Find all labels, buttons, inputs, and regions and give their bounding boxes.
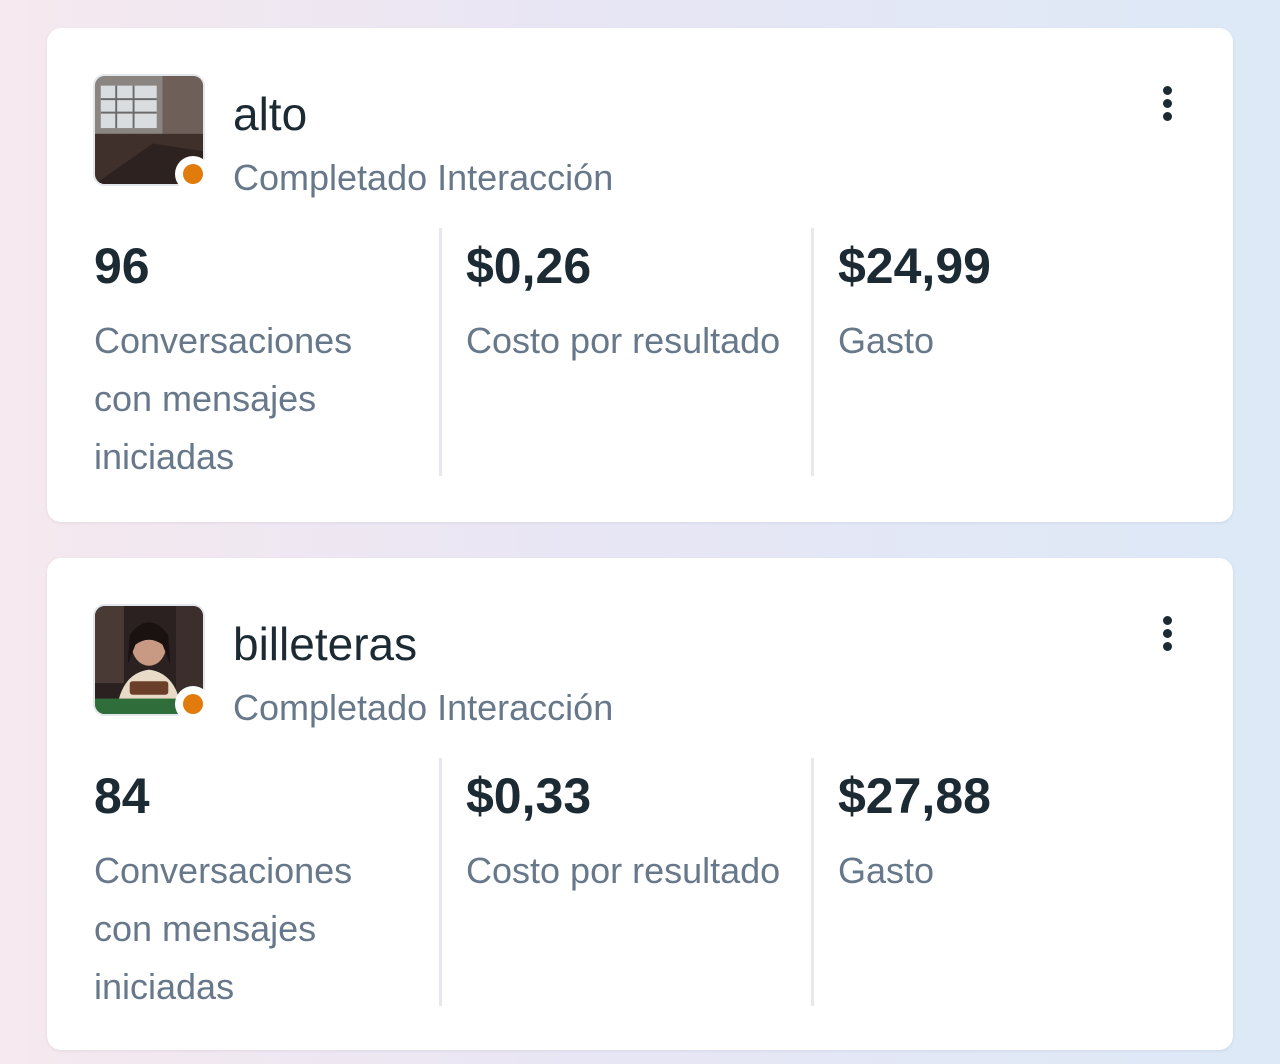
more-vertical-icon xyxy=(1163,616,1172,625)
ad-thumbnail-wrap[interactable] xyxy=(93,74,213,194)
ad-objective: Interacción xyxy=(437,157,614,198)
ad-card[interactable]: alto Completado Interacción 96 Conversaci… xyxy=(47,28,1233,522)
divider xyxy=(439,758,442,1006)
metric-label: Gasto xyxy=(838,320,935,361)
metric-value: $0,33 xyxy=(466,768,592,824)
ad-status: Completado xyxy=(233,157,428,198)
metric-value: 96 xyxy=(94,238,150,294)
status-dot-icon xyxy=(183,164,203,184)
metric-cost-per-result: $0,33 Costo por resultado xyxy=(466,758,796,1006)
metric-label: Conversaciones con mensajes iniciadas xyxy=(94,850,353,1007)
more-vertical-icon-dot xyxy=(1163,642,1172,651)
metric-spend: $27,88 Gasto xyxy=(838,758,1168,1006)
metric-value: $27,88 xyxy=(838,768,991,824)
metric-spend: $24,99 Gasto xyxy=(838,228,1168,476)
status-dot-icon xyxy=(183,694,203,714)
metric-label: Conversaciones con mensajes iniciadas xyxy=(94,320,353,477)
metric-conversations: 84 Conversaciones con mensajes iniciadas xyxy=(94,758,424,1007)
status-indicator xyxy=(175,686,211,722)
status-indicator xyxy=(175,156,211,192)
ad-name: billeteras xyxy=(233,618,418,670)
ad-meta: Completado Interacción xyxy=(233,686,613,730)
ad-thumbnail-wrap[interactable] xyxy=(93,604,213,724)
divider xyxy=(439,228,442,476)
metric-label: Costo por resultado xyxy=(466,320,781,361)
metric-conversations: 96 Conversaciones con mensajes iniciadas xyxy=(94,228,424,477)
ad-status: Completado xyxy=(233,687,428,728)
more-vertical-icon-dot xyxy=(1163,112,1172,121)
more-vertical-icon-dot xyxy=(1163,99,1172,108)
metric-value: $24,99 xyxy=(838,238,991,294)
metrics-row: 96 Conversaciones con mensajes iniciadas… xyxy=(47,228,1233,477)
metric-value: 84 xyxy=(94,768,150,824)
ad-objective: Interacción xyxy=(437,687,614,728)
ad-meta: Completado Interacción xyxy=(233,156,613,200)
metric-value: $0,26 xyxy=(466,238,592,294)
more-vertical-icon xyxy=(1163,86,1172,95)
more-vertical-icon-dot xyxy=(1163,629,1172,638)
divider xyxy=(811,228,814,476)
metric-label: Costo por resultado xyxy=(466,850,781,891)
divider xyxy=(811,758,814,1006)
metrics-row: 84 Conversaciones con mensajes iniciadas… xyxy=(47,758,1233,1007)
ad-card[interactable]: billeteras Completado Interacción 84 Conv… xyxy=(47,558,1233,1050)
more-options-button[interactable] xyxy=(1147,78,1187,128)
metric-cost-per-result: $0,26 Costo por resultado xyxy=(466,228,796,476)
ad-name: alto xyxy=(233,88,308,140)
more-options-button[interactable] xyxy=(1147,608,1187,658)
metric-label: Gasto xyxy=(838,850,935,891)
